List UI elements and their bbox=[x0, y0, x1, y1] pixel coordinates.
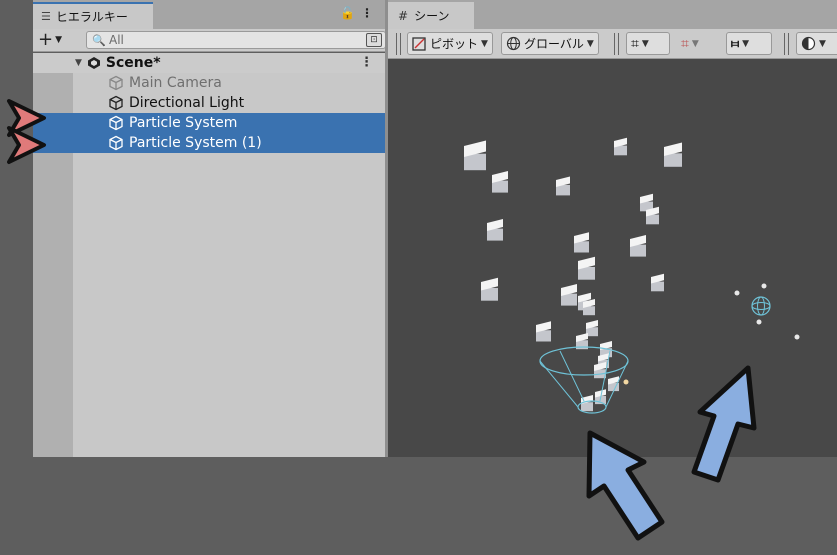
plus-icon: + bbox=[38, 29, 54, 50]
particle-glow bbox=[734, 290, 740, 296]
scene-tabbar: # シーン bbox=[388, 0, 837, 29]
scene-toolbar: ピボット ▼ グローバル ▼ ⌗ ▼ ⌗ ▼ ⧦ ▼ ▼ bbox=[388, 29, 837, 59]
shading-sphere-icon bbox=[801, 36, 816, 51]
hierarchy-tab-label: ヒエラルキー bbox=[55, 10, 128, 24]
pivot-icon bbox=[412, 37, 426, 51]
particle-cube bbox=[556, 176, 570, 196]
particle-cube bbox=[492, 171, 508, 193]
search-mode-icon[interactable]: ⊡ bbox=[366, 33, 382, 47]
add-object-button[interactable]: + ▼ bbox=[38, 30, 74, 50]
particle-glow bbox=[761, 283, 767, 289]
particle-glow bbox=[756, 319, 762, 325]
particle-glow bbox=[623, 379, 629, 385]
expand-arrow-icon[interactable]: ▼ bbox=[75, 58, 82, 68]
scene-menu-icon[interactable]: ⋮ bbox=[360, 55, 373, 70]
global-label: グローバル bbox=[524, 37, 584, 51]
grid-snap-dropdown[interactable]: ⌗ ▼ bbox=[626, 32, 670, 55]
search-icon: 🔍 bbox=[92, 34, 106, 47]
chevron-down-icon: ▼ bbox=[691, 38, 699, 49]
chevron-down-icon: ▼ bbox=[55, 34, 63, 45]
snap-magnet-icon: ⌗ bbox=[681, 35, 689, 52]
toolbar-grip[interactable] bbox=[614, 33, 619, 55]
search-input[interactable] bbox=[109, 32, 349, 48]
particle-cube bbox=[574, 232, 589, 253]
hierarchy-item-label: Particle System (1) bbox=[129, 135, 262, 151]
grid-snap-icon: ⌗ bbox=[631, 35, 639, 52]
bottom-panel bbox=[0, 457, 837, 555]
scene-tab[interactable]: # シーン bbox=[388, 2, 474, 29]
particle-system-row[interactable]: Particle System bbox=[33, 113, 385, 133]
chevron-down-icon: ▼ bbox=[641, 38, 649, 49]
chevron-down-icon: ▼ bbox=[481, 38, 488, 49]
hierarchy-toolbar: + ▼ 🔍 ⊡ bbox=[33, 29, 386, 52]
toolbar-grip[interactable] bbox=[396, 33, 401, 55]
particle-cube bbox=[536, 321, 551, 342]
search-box[interactable]: 🔍 ⊡ bbox=[86, 31, 386, 49]
global-dropdown[interactable]: グローバル ▼ bbox=[501, 32, 599, 55]
lock-icon[interactable]: 🔓 bbox=[340, 6, 355, 20]
chevron-down-icon: ▼ bbox=[819, 38, 826, 49]
scene-label: Scene* bbox=[105, 55, 161, 71]
directional-light-row[interactable]: Directional Light bbox=[33, 93, 385, 113]
grid-icon: # bbox=[398, 8, 409, 23]
scene-tab-label: シーン bbox=[414, 9, 450, 23]
shading-mode-dropdown[interactable]: ▼ bbox=[796, 32, 837, 55]
list-icon: ☰ bbox=[41, 10, 51, 23]
gameobject-cube-icon bbox=[109, 115, 123, 131]
chevron-down-icon: ▼ bbox=[742, 38, 749, 49]
particle-system-1-row[interactable]: Particle System (1) bbox=[33, 133, 385, 153]
hierarchy-tabbar: ☰ ヒエラルキー 🔓 ⋮ bbox=[33, 0, 385, 29]
gameobject-cube-icon bbox=[109, 75, 123, 91]
hierarchy-tab[interactable]: ☰ ヒエラルキー bbox=[33, 2, 153, 29]
chevron-down-icon: ▼ bbox=[586, 38, 594, 49]
emitter-sphere-gizmo[interactable] bbox=[751, 296, 771, 316]
particle-cube bbox=[594, 362, 606, 379]
increment-snap-dropdown[interactable]: ⌗ ▼ bbox=[676, 32, 720, 55]
globe-icon bbox=[506, 36, 521, 51]
panel-menu-icon[interactable]: ⋮ bbox=[361, 6, 373, 20]
particle-cube bbox=[630, 235, 646, 257]
particle-cube bbox=[640, 193, 653, 212]
pivot-label: ピボット bbox=[430, 37, 479, 51]
hierarchy-item-label: Directional Light bbox=[129, 95, 245, 111]
particle-cube bbox=[664, 142, 682, 167]
scene-viewport[interactable] bbox=[388, 59, 837, 457]
particle-cube bbox=[561, 284, 577, 306]
pivot-dropdown[interactable]: ピボット ▼ bbox=[407, 32, 493, 55]
particle-glow bbox=[794, 334, 800, 340]
scene-root-row[interactable]: ▼ Scene* ⋮ bbox=[33, 53, 385, 73]
ruler-icon: ⧦ bbox=[731, 36, 740, 51]
main-camera-row[interactable]: Main Camera bbox=[33, 73, 385, 93]
hierarchy-item-label: Main Camera bbox=[129, 75, 222, 91]
particle-cube bbox=[464, 140, 486, 171]
particle-cube bbox=[481, 277, 498, 301]
scene-canvas[interactable] bbox=[388, 59, 837, 457]
gameobject-cube-icon bbox=[109, 95, 123, 111]
snap-settings-dropdown[interactable]: ⧦ ▼ bbox=[726, 32, 772, 55]
toolbar-grip[interactable] bbox=[784, 33, 789, 55]
hierarchy-item-label: Particle System bbox=[129, 115, 238, 131]
particle-cube bbox=[578, 256, 595, 280]
particle-cube bbox=[487, 219, 503, 241]
gameobject-cube-icon bbox=[109, 135, 123, 151]
unity-scene-icon bbox=[87, 57, 100, 69]
particle-cube bbox=[651, 273, 664, 292]
particle-cube bbox=[614, 137, 627, 156]
